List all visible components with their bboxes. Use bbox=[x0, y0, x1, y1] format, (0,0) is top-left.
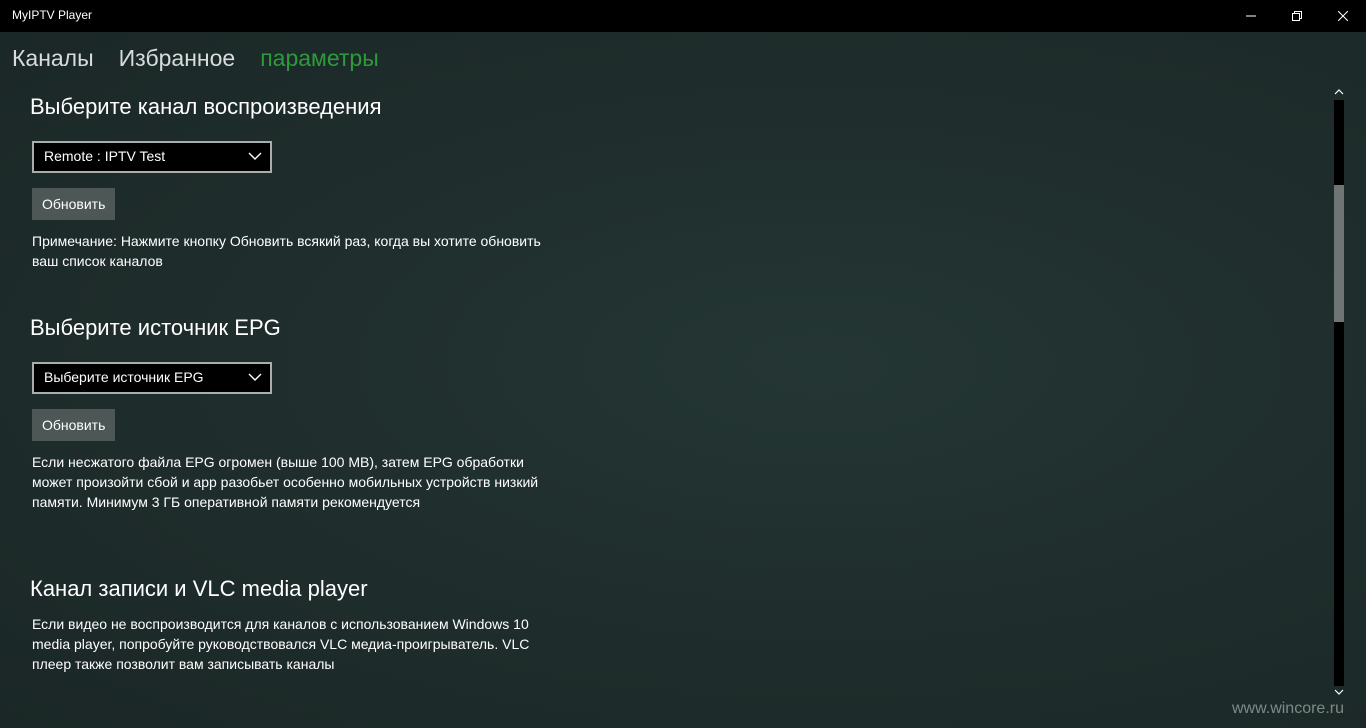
tab-settings[interactable]: параметры bbox=[260, 42, 379, 76]
settings-content: Выберите канал воспроизведения Remote : … bbox=[0, 86, 1330, 700]
restore-icon bbox=[1292, 11, 1302, 21]
tab-favorites[interactable]: Избранное bbox=[119, 42, 236, 76]
epg-heading: Выберите источник EPG bbox=[30, 315, 281, 340]
main-nav: Каналы Избранное параметры bbox=[12, 42, 379, 76]
chevron-down-icon bbox=[248, 152, 262, 160]
scroll-up-arrow-icon[interactable] bbox=[1333, 86, 1345, 98]
playback-heading: Выберите канал воспроизведения bbox=[30, 94, 382, 119]
tab-channels[interactable]: Каналы bbox=[12, 42, 94, 76]
watermark: www.wincore.ru bbox=[1231, 700, 1344, 717]
epg-select-value: Выберите источник EPG bbox=[44, 369, 204, 385]
window-title: MyIPTV Player bbox=[12, 8, 93, 22]
app-window: MyIPTV Player Каналы Избранное параметры… bbox=[0, 0, 1366, 728]
minimize-icon bbox=[1246, 15, 1256, 17]
playback-note: Примечание: Нажмите кнопку Обновить всяк… bbox=[32, 233, 541, 269]
chevron-down-icon bbox=[248, 373, 262, 381]
playback-select-value: Remote : IPTV Test bbox=[44, 148, 166, 164]
restore-button[interactable] bbox=[1274, 0, 1320, 32]
close-icon bbox=[1338, 11, 1348, 21]
epg-refresh-button[interactable]: Обновить bbox=[32, 409, 116, 441]
playback-refresh-button[interactable]: Обновить bbox=[32, 188, 116, 220]
epg-source-select[interactable]: Выберите источник EPG bbox=[32, 362, 272, 394]
vlc-note: Если видео не воспроизводится для канало… bbox=[32, 616, 530, 672]
epg-note: Если несжатого файла EPG огромен (выше 1… bbox=[32, 454, 539, 510]
playback-channel-select[interactable]: Remote : IPTV Test bbox=[32, 141, 272, 173]
minimize-button[interactable] bbox=[1228, 0, 1274, 32]
title-bar: MyIPTV Player bbox=[0, 0, 1366, 32]
scroll-down-arrow-icon[interactable] bbox=[1333, 686, 1345, 698]
vertical-scrollbar[interactable] bbox=[1330, 86, 1348, 700]
scrollbar-thumb[interactable] bbox=[1334, 185, 1344, 322]
vlc-heading: Канал записи и VLC media player bbox=[30, 576, 368, 601]
close-button[interactable] bbox=[1320, 0, 1366, 32]
